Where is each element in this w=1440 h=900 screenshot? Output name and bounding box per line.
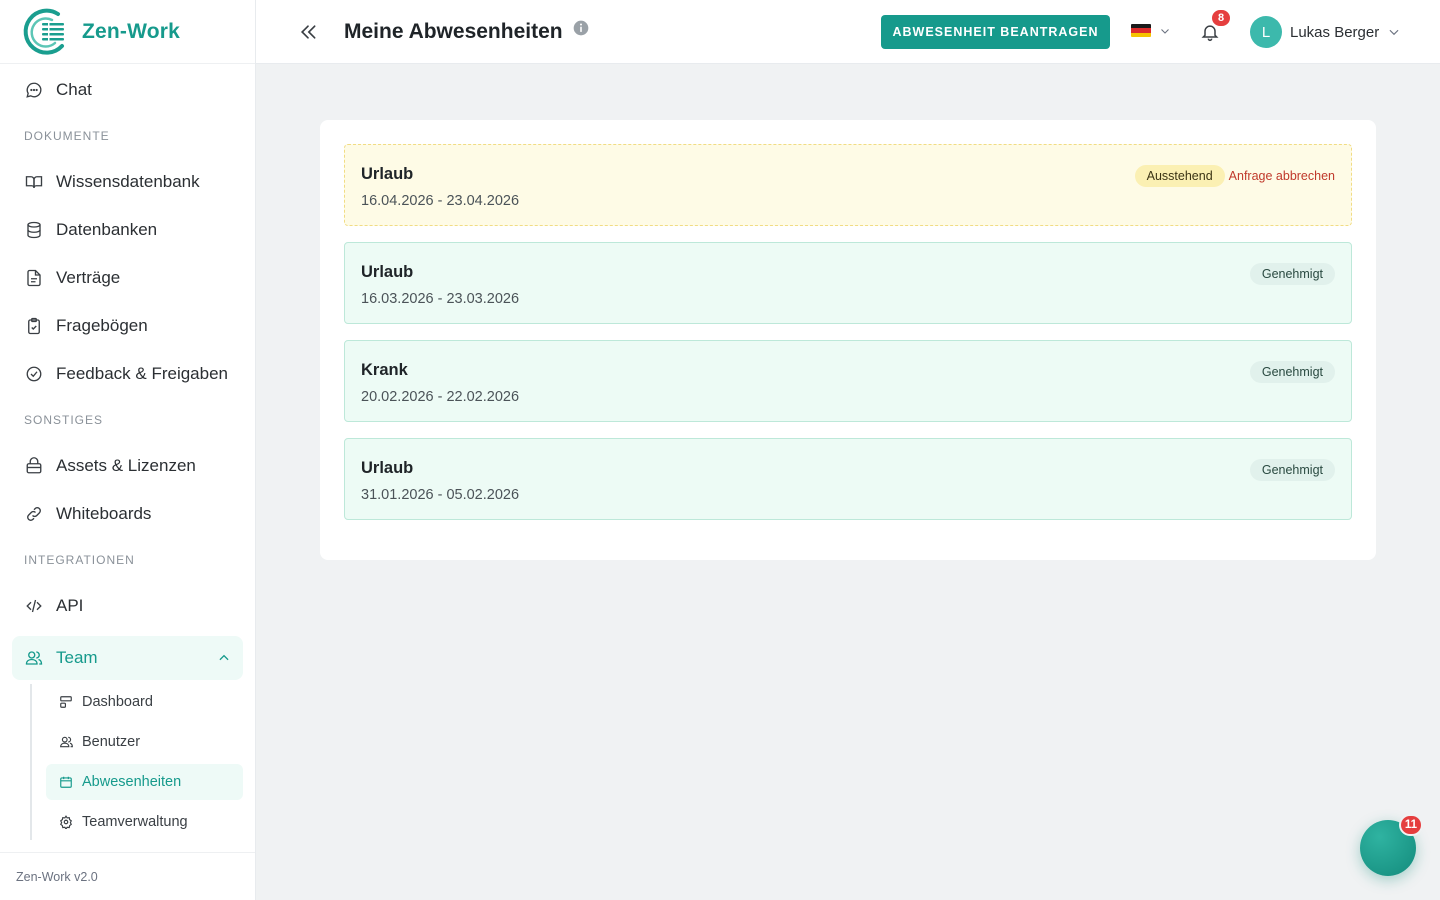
sidebar-item-label: Team [56, 648, 98, 667]
absence-type: Urlaub [361, 263, 414, 281]
check-circle-icon [24, 364, 44, 384]
open-book-icon [24, 172, 44, 192]
sidebar-item-whiteboards[interactable]: Whiteboards [0, 490, 255, 538]
sidebar-subitem-label: Dashboard [82, 694, 153, 710]
gear-icon [58, 814, 74, 830]
sidebar-item-feedback[interactable]: Feedback & Freigaben [0, 350, 255, 398]
sidebar-item-assets[interactable]: Assets & Lizenzen [0, 442, 255, 490]
sidebar-item-datenbanken[interactable]: Datenbanken [0, 206, 255, 254]
top-header: Meine Abwesenheiten ABWESENHEIT BEANTRAG… [256, 0, 1440, 64]
document-icon [24, 268, 44, 288]
link-icon [24, 504, 44, 524]
chevron-down-icon [1159, 25, 1171, 37]
section-label-documents: DOKUMENTE [24, 129, 110, 143]
language-select[interactable] [1131, 24, 1171, 37]
absence-dates: 16.03.2026 - 23.03.2026 [361, 291, 520, 307]
absence-item[interactable]: Urlaub 16.04.2026 - 23.04.2026 Ausstehen… [344, 144, 1352, 226]
sidebar-item-label: Assets & Lizenzen [56, 456, 196, 475]
briefcase-icon [24, 456, 44, 476]
cancel-request-link[interactable]: Anfrage abbrechen [1229, 169, 1335, 183]
sidebar-subitem-abwesenheiten[interactable]: Abwesenheiten [46, 764, 243, 800]
notification-badge: 8 [1210, 8, 1232, 28]
dashboard-icon [58, 694, 74, 710]
sidebar-subitem-teamverwaltung[interactable]: Teamverwaltung [46, 804, 243, 840]
absences-panel: Urlaub 16.04.2026 - 23.04.2026 Ausstehen… [320, 120, 1376, 560]
status-badge: Ausstehend [1134, 165, 1225, 187]
sidebar-item-frageboegen[interactable]: Fragebögen [0, 302, 255, 350]
users-icon [24, 648, 44, 668]
status-badge: Genehmigt [1249, 361, 1335, 383]
user-menu[interactable]: L Lukas Berger [1250, 16, 1401, 48]
absence-item[interactable]: Urlaub 16.03.2026 - 23.03.2026 Genehmigt [344, 242, 1352, 324]
user-name: Lukas Berger [1290, 23, 1380, 41]
brand-name: Zen-Work [82, 19, 181, 43]
sidebar-item-label: Chat [56, 80, 92, 99]
database-icon [24, 220, 44, 240]
avatar: L [1250, 16, 1282, 48]
absence-dates: 31.01.2026 - 05.02.2026 [361, 487, 520, 503]
germany-flag-icon [1131, 24, 1151, 37]
code-icon [24, 596, 44, 616]
sidebar-item-label: Whiteboards [56, 504, 152, 523]
status-badge: Genehmigt [1249, 263, 1335, 285]
request-absence-button[interactable]: ABWESENHEIT BEANTRAGEN [881, 15, 1110, 49]
sidebar-item-label: Wissensdatenbank [56, 172, 200, 191]
sidebar-item-chat[interactable]: Chat [0, 66, 255, 114]
collapse-sidebar-icon[interactable] [296, 20, 320, 44]
version-label: Zen-Work v2.0 [0, 852, 255, 900]
sidebar-item-label: Verträge [56, 268, 121, 287]
status-badge: Genehmigt [1249, 459, 1335, 481]
calendar-icon [58, 774, 74, 790]
sidebar-item-api[interactable]: API [0, 582, 255, 630]
sidebar-item-team[interactable]: Team [12, 636, 243, 680]
sidebar-subitem-label: Benutzer [82, 734, 141, 750]
zen-work-logo-icon [18, 6, 70, 58]
clipboard-check-icon [24, 316, 44, 336]
sidebar-item-label: Fragebögen [56, 316, 148, 335]
sidebar-subitem-label: Abwesenheiten [82, 774, 182, 790]
sidebar-item-vertraege[interactable]: Verträge [0, 254, 255, 302]
sidebar-item-label: Feedback & Freigaben [56, 364, 228, 383]
sidebar-subitem-label: Teamverwaltung [82, 814, 188, 830]
chevron-down-icon [1387, 25, 1401, 39]
sidebar-item-label: API [56, 596, 84, 615]
sidebar: Zen-Work Chat DOKUMENTE Wissensdatenbank… [0, 0, 256, 900]
absence-item[interactable]: Urlaub 31.01.2026 - 05.02.2026 Genehmigt [344, 438, 1352, 520]
team-subnav: Dashboard Benutzer Abwesenheiten Teamver… [30, 684, 255, 840]
absence-item[interactable]: Krank 20.02.2026 - 22.02.2026 Genehmigt [344, 340, 1352, 422]
section-label-other: SONSTIGES [24, 413, 104, 427]
sidebar-item-label: Datenbanken [56, 220, 158, 239]
sidebar-subitem-benutzer[interactable]: Benutzer [46, 724, 243, 760]
page-title: Meine Abwesenheiten [344, 19, 563, 43]
sidebar-item-wissensdatenbank[interactable]: Wissensdatenbank [0, 158, 255, 206]
absence-dates: 16.04.2026 - 23.04.2026 [361, 193, 520, 209]
users-icon [58, 734, 74, 750]
info-icon[interactable] [573, 20, 589, 36]
absence-dates: 20.02.2026 - 22.02.2026 [361, 389, 520, 405]
absence-type: Krank [361, 361, 408, 379]
sidebar-subitem-dashboard[interactable]: Dashboard [46, 684, 243, 720]
absence-type: Urlaub [361, 459, 414, 477]
chat-widget-badge: 11 [1399, 814, 1423, 836]
brand[interactable]: Zen-Work [0, 0, 255, 64]
chevron-up-icon[interactable] [217, 651, 231, 665]
section-label-integrations: INTEGRATIONEN [24, 553, 135, 567]
chat-bubble-icon [24, 80, 44, 100]
